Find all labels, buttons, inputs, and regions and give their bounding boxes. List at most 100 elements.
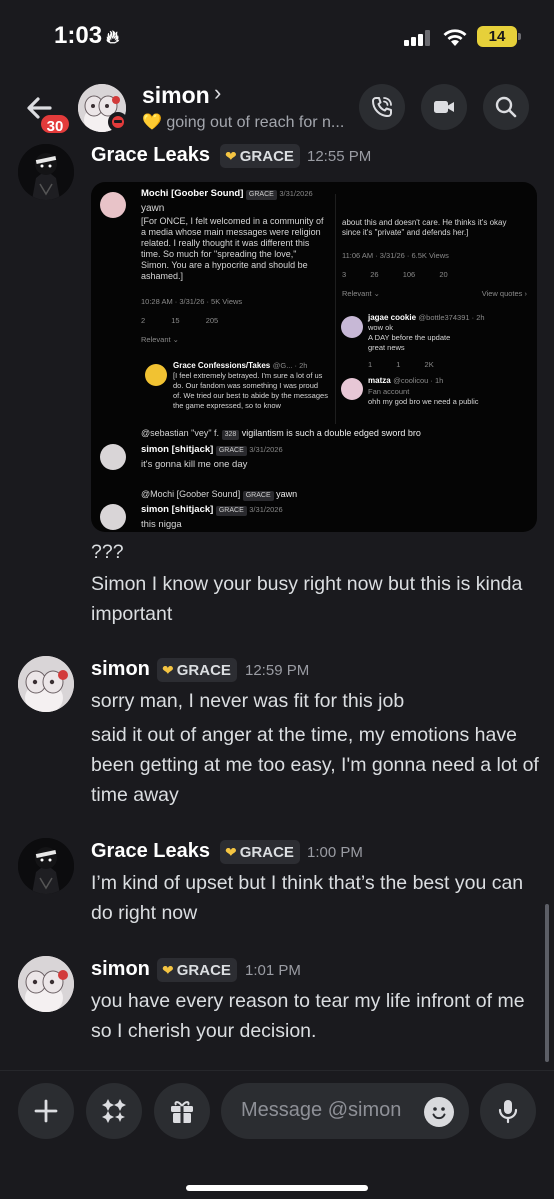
composer-bar: Message @simon (0, 1070, 554, 1199)
message-author[interactable]: simon (91, 958, 150, 981)
tweet-meta: 11:06 AM · 3/31/26 · 6.5K Views (342, 251, 449, 260)
status-time: 1:03 🔥︎ (54, 22, 119, 50)
tag-label: GRACE (176, 662, 231, 679)
tweet-body: [I feel extremely betrayed. I'm sure a l… (173, 371, 328, 410)
avatar[interactable] (18, 144, 74, 200)
message-placeholder: Message @simon (241, 1099, 402, 1121)
chat-author: simon [shitjack] (141, 504, 214, 515)
tag-label: GRACE (215, 506, 247, 516)
reply-author: @sebastian "vey" f. (141, 428, 220, 438)
message-text: said it out of anger at the time, my emo… (91, 724, 539, 806)
tweet-author: Grace Confessions/Takes (173, 361, 271, 370)
search-button[interactable] (483, 84, 529, 130)
tweet-sort: Relevant ⌄ (141, 335, 179, 344)
tweet-handle: @bottle374391 · 2h (418, 313, 485, 322)
clock-text: 1:03 (54, 22, 103, 49)
tag-label: GRACE (242, 491, 274, 501)
tweet: jagae cookie @bottle374391 · 2h wow ok A… (368, 312, 528, 370)
message-text: I’m kind of upset but I think that’s the… (91, 872, 524, 924)
chevron-right-icon[interactable]: › (214, 80, 221, 106)
avatar-image (18, 656, 74, 712)
tag-label: GRACE (245, 190, 277, 200)
chat-text: this nigga (141, 519, 182, 530)
gift-button[interactable] (154, 1083, 210, 1139)
tweet: matza @coolicou · 1h Fan account ohh my … (368, 375, 528, 407)
image-attachment[interactable]: Mochi [Goober Sound] GRACE 3/31/2026 yaw… (91, 182, 537, 532)
emoji-button[interactable] (424, 1097, 454, 1127)
custom-status: 💛 going out of reach for n... (142, 112, 352, 132)
timestamp: 1:00 PM (307, 844, 363, 861)
tweet-author: jagae cookie (368, 313, 417, 322)
reply-reference: @Mochi [Goober Sound] GRACE yawn (141, 489, 531, 501)
add-attachment-button[interactable] (18, 1083, 74, 1139)
chat-message: simon [shitjack] GRACE 3/31/2026 this ni… (141, 504, 521, 530)
unread-badge: 30 (38, 112, 72, 136)
reply-author: @Mochi [Goober Sound] (141, 489, 241, 499)
avatar (100, 192, 126, 218)
avatar[interactable] (18, 656, 74, 712)
microphone-icon (498, 1100, 518, 1124)
smiley-icon (432, 1107, 446, 1120)
video-camera-icon (434, 101, 454, 113)
message-text: sorry man, I never was fit for this job (91, 690, 405, 712)
tag-label: GRACE (176, 962, 231, 979)
cellular-signal-icon (404, 30, 434, 46)
message-text: you have every reason to tear my life in… (91, 990, 525, 1042)
heart-icon: ❤︎ (162, 962, 174, 978)
reply-reference: @sebastian "vey" f. 328 vigilantism is s… (141, 428, 531, 440)
tweet-author: Mochi [Goober Sound] (141, 188, 244, 199)
tweet-line: wow ok (368, 323, 394, 332)
server-tag[interactable]: ❤︎ GRACE (220, 840, 300, 864)
avatar (341, 378, 363, 400)
tweet-date: 3/31/2026 (279, 189, 313, 198)
dm-header: 30 simon › 💛 going out of reach for n... (0, 72, 554, 144)
tweet: Mochi [Goober Sound] GRACE 3/31/2026 yaw… (141, 188, 326, 345)
gift-icon (171, 1101, 193, 1123)
heart-icon: ❤︎ (225, 844, 237, 860)
message-author[interactable]: Grace Leaks (91, 840, 210, 863)
voice-call-button[interactable] (359, 84, 405, 130)
tweet-sort: Relevant ⌄ (342, 289, 380, 298)
avatar-image (18, 956, 74, 1012)
search-icon (495, 96, 517, 118)
avatar[interactable] (18, 956, 74, 1012)
message-input[interactable]: Message @simon (221, 1083, 469, 1139)
avatar-image (18, 838, 74, 894)
message-list[interactable]: Grace Leaks ❤︎ GRACE 12:55 PM Mochi [Goob… (0, 144, 554, 1070)
phone-icon (372, 97, 392, 117)
avatar (100, 504, 126, 530)
avatar[interactable] (18, 838, 74, 894)
tweet-stats: 2 15 205 (141, 316, 219, 325)
heart-icon: ❤︎ (162, 662, 174, 678)
avatar (100, 444, 126, 470)
wifi-icon (443, 29, 467, 46)
avatar (145, 364, 167, 386)
chat-text: it's gonna kill me one day (141, 459, 248, 470)
tweet-subtitle: Fan account (368, 387, 410, 396)
tweet-body: [For ONCE, I felt welcomed in a communit… (141, 216, 324, 281)
avatar-image (18, 144, 74, 200)
timestamp: 1:01 PM (245, 962, 301, 979)
tweet-body: about this and doesn't care. He thinks i… (342, 218, 507, 237)
server-tag[interactable]: ❤︎ GRACE (220, 144, 300, 168)
tweet-stats: 3 26 106 20 (342, 270, 448, 279)
message-author[interactable]: simon (91, 658, 150, 681)
video-call-button[interactable] (421, 84, 467, 130)
status-text: going out of reach for n... (166, 114, 345, 131)
server-tag[interactable]: ❤︎ GRACE (157, 658, 237, 682)
message-author[interactable]: Grace Leaks (91, 144, 210, 167)
timestamp: 12:55 PM (307, 148, 372, 165)
tweet-author: matza (368, 376, 391, 385)
timestamp: 12:59 PM (245, 662, 310, 679)
apps-button[interactable] (86, 1083, 142, 1139)
voice-message-button[interactable] (480, 1083, 536, 1139)
server-tag[interactable]: ❤︎ GRACE (157, 958, 237, 982)
flame-icon: 🔥︎ (106, 27, 120, 47)
tweet-stats: 1 1 2K (368, 360, 434, 369)
scrollbar[interactable] (545, 904, 549, 1062)
tag-label: 328 (221, 430, 240, 440)
heart-icon: ❤︎ (225, 148, 237, 164)
tweet-line: yawn (141, 203, 165, 214)
chat-message: simon [shitjack] GRACE 3/31/2026 it's go… (141, 444, 521, 470)
header-username[interactable]: simon (142, 82, 210, 109)
